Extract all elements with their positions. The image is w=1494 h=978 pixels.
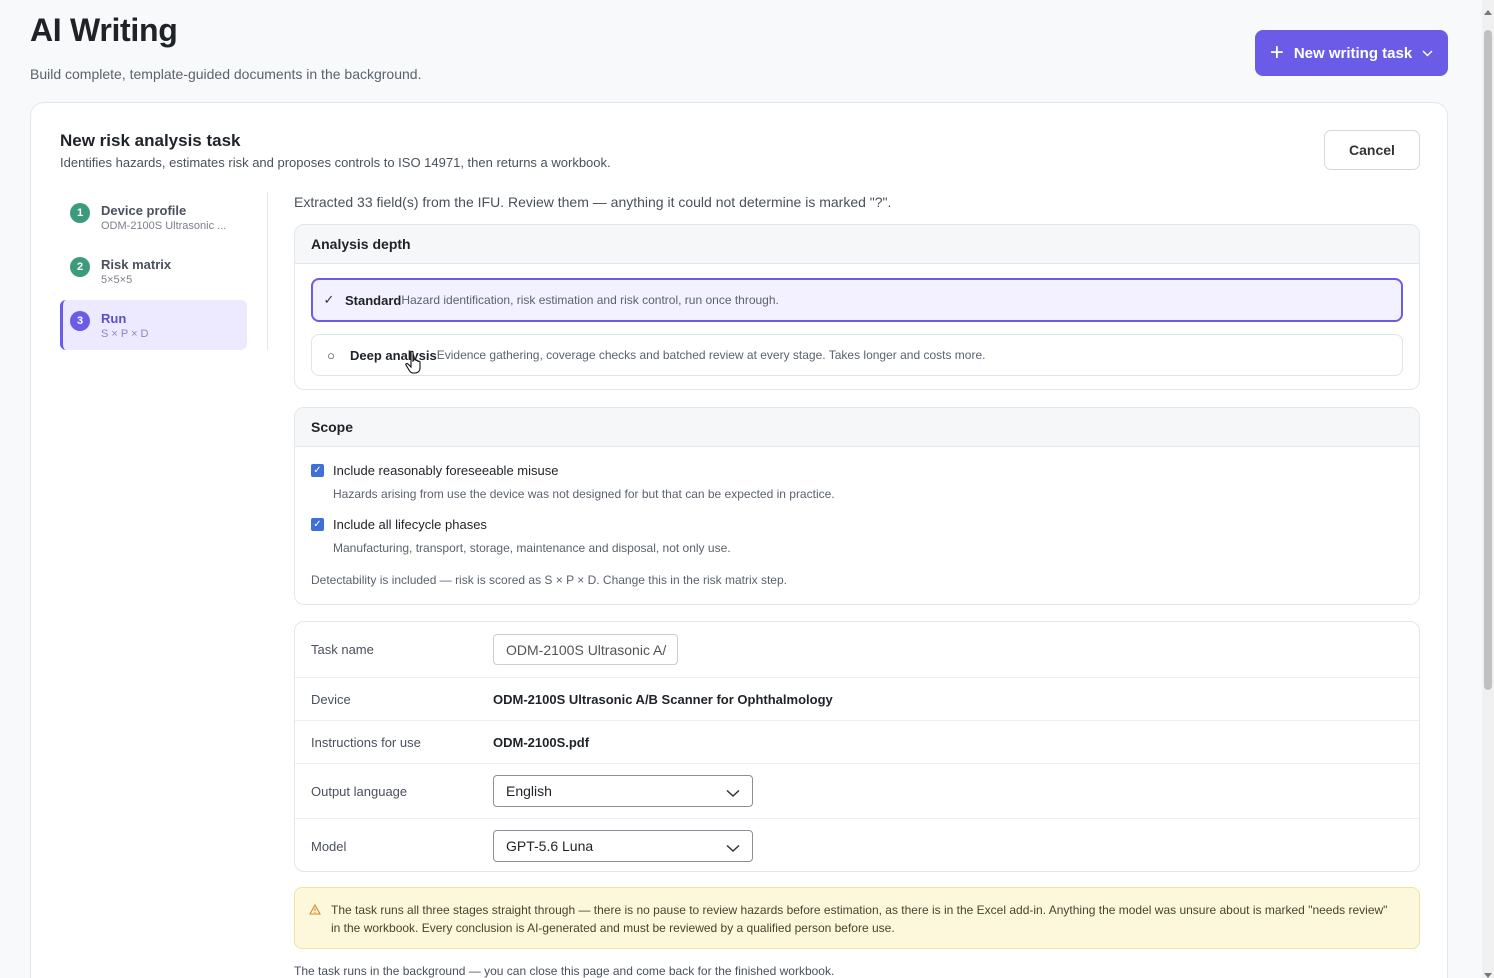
page-scrollbar[interactable] bbox=[1482, 0, 1494, 978]
output-language-select[interactable]: English bbox=[493, 775, 753, 807]
field-label: Task name bbox=[311, 642, 374, 657]
scrollbar-thumb[interactable] bbox=[1484, 30, 1492, 690]
section-heading: Analysis depth bbox=[295, 225, 1419, 264]
checkbox-desc: Manufacturing, transport, storage, maint… bbox=[333, 541, 731, 555]
new-writing-task-button[interactable]: + New writing task bbox=[1255, 30, 1448, 76]
ifu-row: Instructions for use ODM-2100S.pdf bbox=[295, 720, 1419, 763]
step-list: 1 Device profile ODM-2100S Ultrasonic ..… bbox=[60, 192, 247, 354]
step-number: 2 bbox=[70, 257, 90, 277]
step-sublabel: S × P × D bbox=[101, 328, 149, 340]
field-label: Model bbox=[311, 838, 347, 854]
background-note: The task runs in the background — you ca… bbox=[294, 964, 835, 978]
step-label: Run bbox=[101, 311, 127, 326]
step-run[interactable]: 3 Run S × P × D bbox=[60, 300, 247, 350]
step-sublabel: 5×5×5 bbox=[101, 274, 133, 286]
model-select[interactable]: GPT-5.6 Luna bbox=[493, 830, 753, 862]
page-subtitle: Build complete, template-guided document… bbox=[30, 66, 422, 82]
section-heading: Scope bbox=[295, 408, 1419, 447]
check-icon: ✓ bbox=[323, 292, 335, 307]
field-label: Output language bbox=[311, 783, 408, 799]
step-number: 1 bbox=[70, 203, 90, 223]
warning-icon bbox=[309, 902, 321, 920]
checkbox[interactable]: ✓ bbox=[311, 518, 324, 531]
step-label: Device profile bbox=[101, 203, 187, 218]
page-title: AI Writing bbox=[30, 12, 178, 48]
step-label: Risk matrix bbox=[101, 257, 172, 272]
option-desc: Hazard identification, risk estimation a… bbox=[401, 293, 779, 307]
warning-banner: The task runs all three stages straight … bbox=[294, 887, 1420, 949]
checkbox[interactable]: ✓ bbox=[311, 464, 324, 477]
device-value: ODM-2100S Ultrasonic A/B Scanner for Oph… bbox=[493, 691, 833, 707]
option-desc: Evidence gathering, coverage checks and … bbox=[436, 348, 986, 362]
step-number: 3 bbox=[70, 311, 90, 331]
option-name: Deep analysis bbox=[350, 347, 437, 363]
task-name-row: Task name ODM-2100S Ultrasonic A/ bbox=[295, 622, 1419, 677]
checkbox-label: Include all lifecycle phases bbox=[333, 517, 487, 532]
step-sublabel: ODM-2100S Ultrasonic ... bbox=[101, 220, 227, 232]
plus-icon: + bbox=[1269, 39, 1284, 66]
chevron-down-icon bbox=[1422, 50, 1433, 57]
task-card: New risk analysis task Identifies hazard… bbox=[30, 102, 1448, 978]
model-row: Model GPT-5.6 Luna bbox=[295, 818, 1419, 871]
task-details-section: Task name ODM-2100S Ultrasonic A/ Device… bbox=[294, 621, 1420, 872]
scroll-up-icon[interactable] bbox=[1484, 2, 1492, 20]
cancel-button[interactable]: Cancel bbox=[1324, 130, 1420, 170]
depth-option-deep[interactable]: ○ Deep analysis Evidence gathering, cove… bbox=[311, 334, 1403, 376]
language-row: Output language English bbox=[295, 763, 1419, 818]
selected-value: GPT-5.6 Luna bbox=[506, 838, 594, 854]
field-label: Instructions for use bbox=[311, 734, 421, 750]
chevron-down-icon bbox=[726, 785, 740, 801]
checkbox-label: Include reasonably foreseeable misuse bbox=[333, 463, 559, 478]
field-label: Device bbox=[311, 691, 351, 707]
warning-text: The task runs all three stages straight … bbox=[331, 903, 1388, 935]
page-header: AI Writing Build complete, template-guid… bbox=[30, 12, 421, 82]
hand-cursor-icon bbox=[405, 350, 423, 379]
task-description: Identifies hazards, estimates risk and p… bbox=[60, 155, 611, 170]
scope-item-lifecycle[interactable]: ✓ Include all lifecycle phases Manufactu… bbox=[311, 517, 731, 555]
step-risk-matrix[interactable]: 2 Risk matrix 5×5×5 bbox=[60, 246, 247, 296]
step-device-profile[interactable]: 1 Device profile ODM-2100S Ultrasonic ..… bbox=[60, 192, 247, 242]
scroll-down-icon[interactable] bbox=[1484, 966, 1492, 978]
ifu-value: ODM-2100S.pdf bbox=[493, 734, 590, 750]
radio-icon: ○ bbox=[327, 347, 335, 363]
device-row: Device ODM-2100S Ultrasonic A/B Scanner … bbox=[295, 677, 1419, 720]
extract-note: Extracted 33 field(s) from the IFU. Revi… bbox=[294, 194, 892, 210]
chevron-down-icon bbox=[726, 840, 740, 856]
scope-item-misuse[interactable]: ✓ Include reasonably foreseeable misuse … bbox=[311, 463, 835, 501]
selected-value: English bbox=[506, 783, 552, 799]
analysis-depth-section: Analysis depth ✓ Standard Hazard identif… bbox=[294, 224, 1420, 390]
option-name: Standard bbox=[345, 292, 402, 308]
task-name-input[interactable]: ODM-2100S Ultrasonic A/ bbox=[493, 634, 678, 665]
checkbox-desc: Hazards arising from use the device was … bbox=[333, 487, 835, 501]
steps-divider bbox=[267, 192, 268, 350]
scope-note: Detectability is included — risk is scor… bbox=[311, 573, 787, 587]
depth-option-standard[interactable]: ✓ Standard Hazard identification, risk e… bbox=[311, 278, 1403, 322]
new-task-label: New writing task bbox=[1293, 44, 1413, 62]
scope-section: Scope ✓ Include reasonably foreseeable m… bbox=[294, 407, 1420, 605]
task-title: New risk analysis task bbox=[60, 131, 241, 150]
